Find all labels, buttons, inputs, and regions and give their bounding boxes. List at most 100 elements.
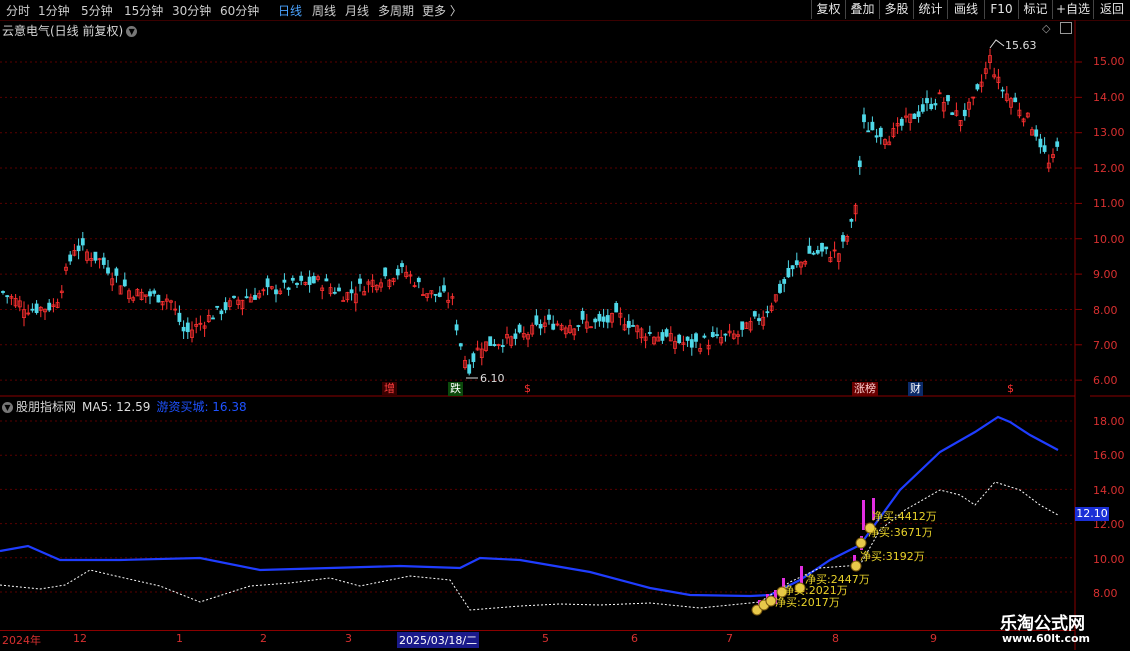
- candle-body: [253, 295, 257, 300]
- candle-body: [1038, 138, 1043, 148]
- event-marker-increase[interactable]: 增: [382, 382, 397, 396]
- candle-body: [862, 114, 866, 123]
- candle-body: [383, 267, 388, 277]
- candle-body: [757, 318, 761, 322]
- candle-body: [874, 135, 879, 138]
- candle-body: [437, 292, 442, 297]
- candle-body: [156, 294, 161, 303]
- candle-body: [605, 315, 610, 323]
- event-marker-dollar[interactable]: $: [522, 382, 533, 396]
- event-marker-finance[interactable]: 财: [908, 382, 923, 396]
- price-tick: 13.00: [1093, 126, 1125, 139]
- candle-body: [786, 267, 791, 278]
- watermark-name: 乐淘公式网: [1000, 614, 1085, 634]
- event-marker-limit-up[interactable]: 涨榜: [852, 382, 878, 396]
- candle-body: [752, 311, 757, 317]
- price-tick: 15.00: [1093, 55, 1125, 68]
- hot-money-line: [0, 481, 1059, 611]
- indicator-tick: 10.00: [1093, 553, 1125, 566]
- candle-body: [866, 130, 871, 133]
- price-tick: 6.00: [1093, 374, 1118, 387]
- candle-body: [702, 335, 707, 338]
- candle-body: [219, 310, 224, 315]
- candle-body: [5, 295, 10, 298]
- candle-body: [807, 245, 812, 254]
- event-marker-fall[interactable]: 跌: [448, 382, 463, 396]
- indicator-name: 股朋指标网: [16, 400, 77, 414]
- candle-body: [790, 265, 795, 270]
- candle-body: [534, 315, 539, 325]
- candle-body: [685, 336, 690, 341]
- candle-body: [794, 260, 799, 266]
- candle-body: [442, 285, 446, 292]
- candle-body: [488, 336, 493, 346]
- ma5-value: MA5: 12.59: [82, 400, 151, 414]
- candle-body: [811, 252, 816, 255]
- candle-body: [93, 251, 98, 261]
- candle-body: [265, 278, 270, 288]
- current-value-tag: 12.10: [1075, 507, 1109, 521]
- candle-body: [148, 291, 152, 297]
- candle-body: [101, 257, 106, 265]
- net-buy-annotation: 净买:3671万: [868, 526, 933, 539]
- candle-body: [332, 291, 337, 294]
- candle-body: [34, 303, 39, 313]
- date-label: 8: [832, 632, 839, 645]
- candle-body: [593, 318, 598, 323]
- candle-body: [576, 325, 581, 327]
- candle-body: [517, 324, 522, 333]
- candle-body: [311, 276, 316, 284]
- candle-body: [660, 332, 665, 341]
- candle-body: [925, 98, 929, 104]
- candle-body: [694, 333, 698, 342]
- candle-body: [580, 310, 585, 320]
- candle-body: [538, 323, 543, 329]
- price-tick: 8.00: [1093, 304, 1118, 317]
- candle-body: [324, 278, 329, 282]
- candle-body: [416, 277, 421, 283]
- candle-body: [274, 289, 278, 295]
- candle-body: [80, 238, 85, 246]
- candle-body: [778, 283, 782, 293]
- candle-body: [232, 295, 236, 298]
- candle-body: [878, 127, 883, 137]
- candle-body: [820, 242, 824, 252]
- low-price-label: 6.10: [480, 372, 505, 385]
- candle-body: [929, 103, 934, 110]
- candle-body: [647, 332, 652, 334]
- indicator-header: ▼ 股朋指标网 MA5: 12.59 游资买城: 16.38: [2, 398, 247, 415]
- candle-body: [177, 312, 182, 322]
- candle-body: [122, 279, 127, 287]
- date-axis: [0, 630, 1075, 651]
- coin-marker-icon: [855, 537, 867, 549]
- candle-body: [244, 296, 249, 299]
- event-marker-dollar[interactable]: $: [1005, 382, 1016, 396]
- candle-body: [492, 344, 497, 347]
- candle-body: [601, 316, 606, 322]
- candle-body: [341, 300, 346, 302]
- date-label: 6: [631, 632, 638, 645]
- candle-body: [815, 250, 820, 254]
- indicator-tick: 14.00: [1093, 484, 1125, 497]
- candle-body: [349, 289, 354, 294]
- candle-body: [723, 333, 728, 336]
- candle-body: [358, 278, 362, 284]
- high-price-label: 15.63: [1005, 39, 1037, 52]
- candle-body: [47, 302, 52, 311]
- candle-body: [689, 339, 694, 348]
- price-tick: 12.00: [1093, 162, 1125, 175]
- net-buy-annotation: 净买:2017万: [775, 596, 840, 609]
- candle-body: [1055, 141, 1060, 147]
- candle-body: [307, 276, 312, 285]
- candle-body: [215, 305, 220, 308]
- candle-body: [458, 343, 463, 347]
- chevron-down-icon[interactable]: ▼: [2, 402, 13, 413]
- candle-body: [870, 121, 875, 131]
- candle-body: [1013, 97, 1018, 103]
- candle-body: [933, 103, 938, 106]
- candle-body: [916, 111, 921, 117]
- candle-body: [597, 313, 602, 322]
- ma5-line: [0, 415, 1059, 598]
- kline-chart-canvas[interactable]: [0, 0, 1130, 650]
- candle-body: [68, 254, 73, 262]
